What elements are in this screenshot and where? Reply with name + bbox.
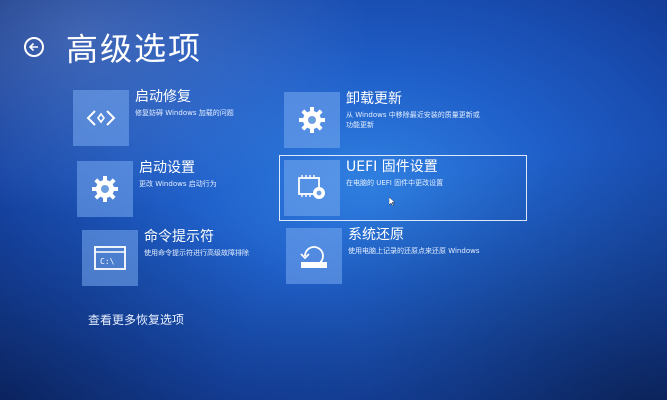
tile-title: UEFI 固件设置 — [346, 159, 438, 175]
gear-icon — [284, 92, 340, 148]
tile-desc: 在电脑的 UEFI 固件中更改设置 — [346, 179, 444, 187]
tile-startup-repair[interactable]: 启动修复 修复妨碍 Windows 加载的问题 — [73, 89, 275, 146]
tile-desc: 使用电脑上记录的还原点来还原 Windows — [348, 247, 480, 255]
tile-desc: 使用命令提示符进行高级故障排除 — [144, 249, 249, 257]
tile-desc: 修复妨碍 Windows 加载的问题 — [135, 109, 234, 117]
page-title: 高级选项 — [65, 29, 203, 69]
tile-desc: 更改 Windows 启动行为 — [139, 180, 217, 188]
back-button[interactable] — [24, 37, 44, 57]
tile-title: 卸载更新 — [346, 91, 402, 107]
chip-gear-icon — [284, 160, 340, 216]
more-recovery-options-link[interactable]: 查看更多恢复选项 — [88, 311, 184, 329]
gear-icon — [77, 161, 133, 217]
tile-command-prompt[interactable]: C:\ 命令提示符 使用命令提示符进行高级故障排除 — [82, 229, 284, 286]
code-brackets-icon — [73, 90, 129, 146]
terminal-icon: C:\ — [82, 230, 138, 286]
tile-system-restore[interactable]: 系统还原 使用电脑上记录的还原点来还原 Windows — [286, 227, 488, 284]
tile-uninstall-updates[interactable]: 卸载更新 从 Windows 中移除最近安装的质量更新或功能更新 — [284, 91, 486, 148]
svg-text:C:\: C:\ — [100, 257, 115, 266]
tile-uefi-firmware[interactable]: UEFI 固件设置 在电脑的 UEFI 固件中更改设置 — [279, 155, 527, 221]
tile-title: 系统还原 — [348, 227, 404, 243]
tile-startup-settings[interactable]: 启动设置 更改 Windows 启动行为 — [77, 160, 279, 217]
tile-title: 命令提示符 — [144, 229, 214, 245]
tile-desc: 从 Windows 中移除最近安装的质量更新或功能更新 — [346, 111, 480, 129]
restore-icon — [286, 228, 342, 284]
tile-title: 启动修复 — [135, 89, 191, 105]
mouse-cursor-icon — [389, 197, 395, 206]
arrow-left-icon — [28, 42, 38, 52]
tile-title: 启动设置 — [139, 160, 195, 176]
